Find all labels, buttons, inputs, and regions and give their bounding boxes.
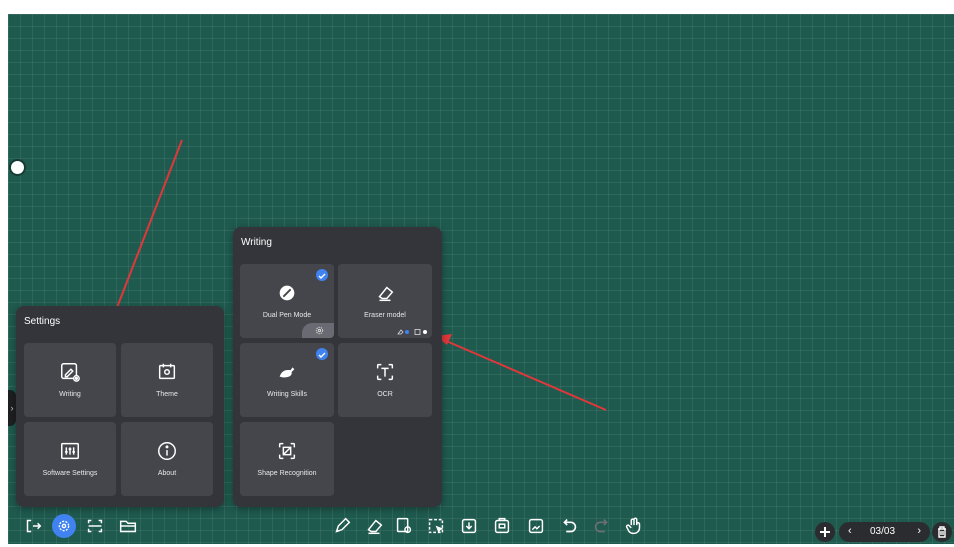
sliders-icon	[61, 442, 79, 460]
folder-icon[interactable]	[117, 515, 139, 537]
select-icon[interactable]	[425, 515, 447, 537]
writing-item-eraser-model[interactable]: Eraser model	[338, 264, 432, 338]
redo-icon[interactable]	[591, 515, 613, 537]
image-icon[interactable]	[525, 515, 547, 537]
toolbox-icon[interactable]	[491, 515, 513, 537]
writing-item-label: Writing Skills	[267, 391, 307, 398]
writing-item-label: Shape Recognition	[257, 470, 317, 477]
pen-cursor-dot	[11, 161, 24, 174]
add-page-button[interactable]	[815, 522, 835, 542]
settings-item-label: Software Settings	[42, 470, 98, 477]
settings-item-software-settings[interactable]: Software Settings	[24, 422, 116, 496]
side-expand-tab[interactable]: ›	[8, 390, 16, 426]
dual-pen-settings-button[interactable]	[302, 323, 334, 338]
settings-item-theme[interactable]: Theme	[121, 343, 213, 417]
undo-icon[interactable]	[558, 515, 580, 537]
plus-icon	[820, 527, 830, 537]
eraser-mode-indicators	[397, 329, 427, 335]
gear-icon	[58, 520, 70, 532]
writing-skills-icon	[279, 367, 295, 378]
eraser-icon[interactable]	[363, 515, 385, 537]
pen-settings-icon	[61, 363, 80, 382]
settings-item-about[interactable]: About	[121, 422, 213, 496]
writing-item-dual-pen-mode[interactable]: Dual Pen Mode	[240, 264, 334, 338]
checked-icon	[316, 348, 328, 360]
trash-icon	[938, 526, 946, 538]
settings-panel: Settings Writing Theme Software Settings…	[16, 306, 224, 507]
exit-icon[interactable]	[22, 515, 44, 537]
screenshot-icon[interactable]	[84, 515, 106, 537]
page-number: 03/03	[870, 526, 896, 537]
writing-item-label: OCR	[377, 391, 393, 398]
shape-recognition-icon	[278, 442, 296, 460]
settings-item-label: About	[157, 470, 177, 477]
delete-page-button[interactable]	[932, 522, 952, 542]
shape-icon[interactable]	[393, 515, 415, 537]
settings-title: Settings	[24, 316, 61, 327]
info-icon	[158, 442, 176, 460]
theme-icon	[158, 363, 176, 380]
save-icon[interactable]	[458, 515, 480, 537]
writing-item-writing-skills[interactable]: Writing Skills	[240, 343, 334, 417]
dual-pen-icon	[279, 285, 295, 301]
checked-icon	[316, 269, 328, 281]
settings-button[interactable]	[52, 514, 76, 538]
eraser-icon	[378, 286, 394, 302]
writing-title: Writing	[241, 237, 272, 248]
writing-item-label: Dual Pen Mode	[262, 312, 312, 319]
page-indicator: ‹ 03/03 ›	[839, 522, 930, 542]
next-page-button[interactable]: ›	[917, 525, 921, 537]
prev-page-button[interactable]: ‹	[848, 525, 852, 537]
writing-item-ocr[interactable]: OCR	[338, 343, 432, 417]
settings-item-writing[interactable]: Writing	[24, 343, 116, 417]
writing-item-label: Eraser model	[364, 312, 406, 319]
pen-icon[interactable]	[331, 515, 353, 537]
settings-item-label: Theme	[156, 391, 178, 398]
writing-item-shape-recognition[interactable]: Shape Recognition	[240, 422, 334, 496]
gear-icon	[315, 326, 324, 335]
hand-icon[interactable]	[623, 515, 645, 537]
ocr-icon	[376, 363, 394, 381]
writing-panel: Writing Dual Pen Mode Eraser model Writi…	[233, 227, 442, 507]
settings-item-label: Writing	[59, 391, 81, 398]
